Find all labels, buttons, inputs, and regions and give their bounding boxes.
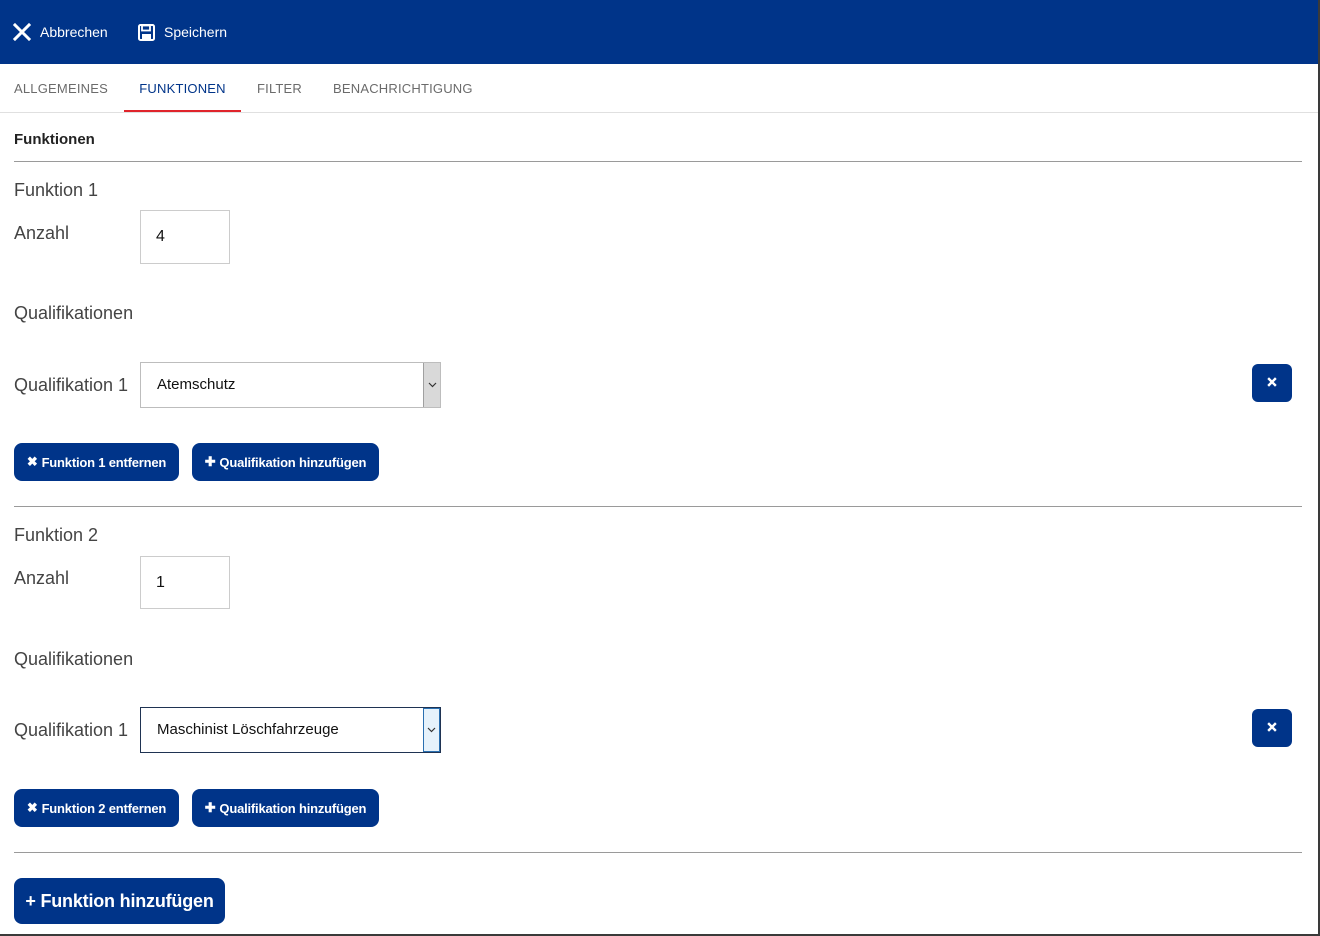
button-label: Qualifikation hinzufügen	[219, 454, 367, 470]
button-label: Qualifikation hinzufügen	[219, 800, 367, 816]
function-2-qualifications-heading: Qualifikationen	[14, 649, 134, 669]
close-icon: ✖	[26, 800, 38, 815]
tab-allgemeines[interactable]: ALLGEMEINES	[14, 64, 108, 112]
remove-qualification-button[interactable]	[1252, 364, 1292, 402]
function-1-qualification-1-label: Qualifikation 1	[14, 375, 129, 395]
plus-icon: ✚	[204, 454, 216, 469]
function-1-qualification-1-select[interactable]: Atemschutz	[140, 362, 441, 408]
chevron-down-icon[interactable]	[423, 708, 440, 752]
plus-icon: ✚	[204, 800, 216, 815]
remove-qualification-button[interactable]	[1252, 709, 1292, 747]
add-qualification-button[interactable]: ✚ Qualifikation hinzufügen	[192, 443, 379, 481]
select-value: Maschinist Löschfahrzeuge	[157, 721, 339, 738]
close-icon	[1267, 719, 1277, 737]
function-2-qualification-1-select[interactable]: Maschinist Löschfahrzeuge	[140, 707, 441, 753]
floppy-disk-icon	[138, 23, 155, 41]
tab-benachrichtigung[interactable]: BENACHRICHTIGUNG	[333, 64, 473, 112]
tab-filter[interactable]: FILTER	[257, 64, 303, 112]
button-label: Funktion 1 entfernen	[41, 454, 167, 470]
tab-funktionen[interactable]: FUNKTIONEN	[124, 64, 241, 112]
add-function-button[interactable]: + Funktion hinzufügen	[14, 878, 225, 924]
save-label: Speichern	[164, 24, 228, 40]
save-button[interactable]: Speichern	[138, 20, 227, 44]
select-value: Atemschutz	[157, 376, 236, 393]
button-label: Funktion 2 entfernen	[41, 800, 167, 816]
tab-bar: ALLGEMEINES FUNKTIONEN FILTER BENACHRICH…	[0, 64, 1318, 113]
divider	[14, 506, 1302, 507]
function-2-count-label: Anzahl	[14, 568, 70, 588]
add-qualification-button[interactable]: ✚ Qualifikation hinzufügen	[192, 789, 379, 827]
function-1-qualifications-heading: Qualifikationen	[14, 303, 134, 323]
function-1-title: Funktion 1	[14, 180, 99, 200]
remove-function-2-button[interactable]: ✖ Funktion 2 entfernen	[14, 789, 179, 827]
function-2-count-input[interactable]: 1	[140, 556, 230, 609]
close-icon	[1267, 374, 1277, 392]
cancel-button[interactable]: Abbrechen	[13, 20, 108, 44]
function-1-count-input[interactable]: 4	[140, 210, 230, 264]
divider	[14, 161, 1302, 162]
close-icon	[13, 23, 31, 41]
divider	[14, 852, 1302, 853]
function-1-count-label: Anzahl	[14, 223, 70, 243]
cancel-label: Abbrechen	[40, 24, 108, 40]
top-toolbar: Abbrechen Speichern	[0, 0, 1318, 64]
close-icon: ✖	[26, 454, 38, 469]
remove-function-1-button[interactable]: ✖ Funktion 1 entfernen	[14, 443, 179, 481]
function-2-qualification-1-label: Qualifikation 1	[14, 720, 129, 740]
function-2-title: Funktion 2	[14, 525, 99, 545]
chevron-down-icon[interactable]	[423, 363, 440, 407]
section-title: Funktionen	[14, 131, 95, 148]
